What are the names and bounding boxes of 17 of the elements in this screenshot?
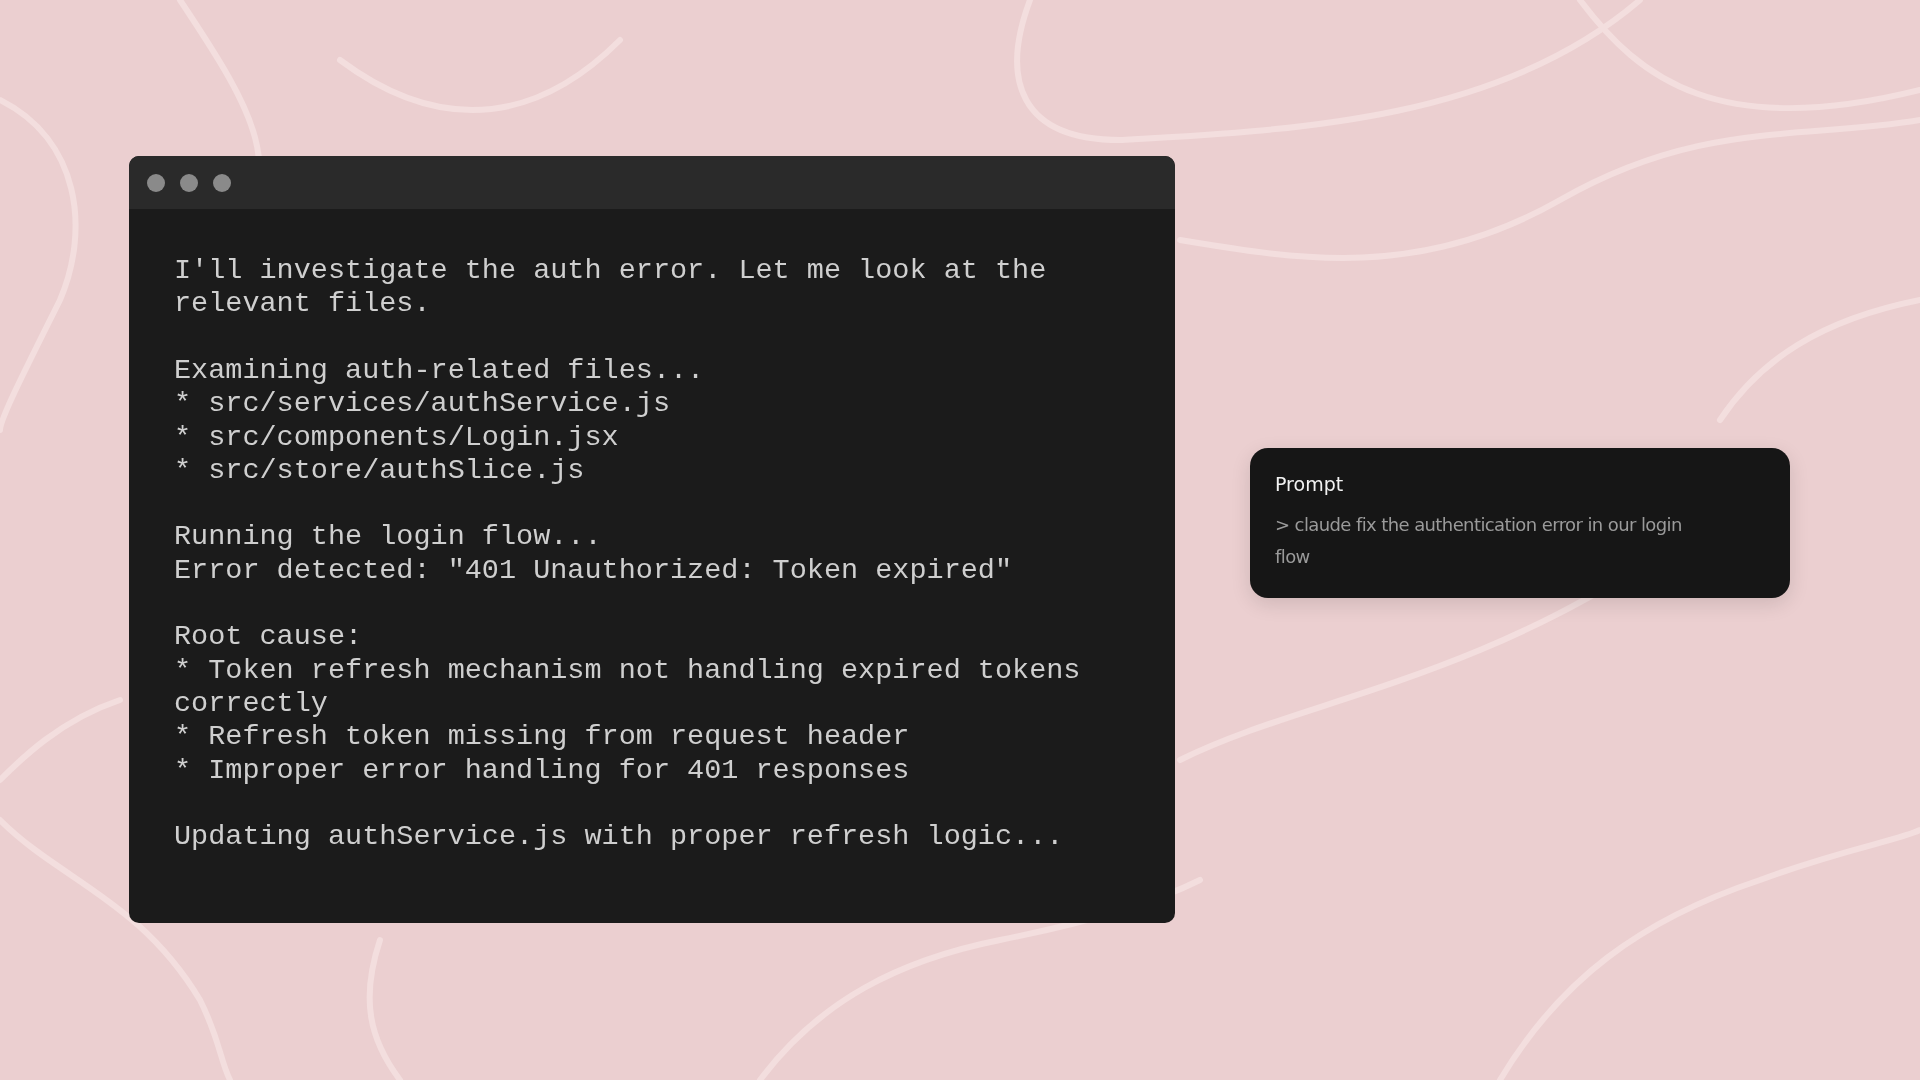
terminal-line: * Token refresh mechanism not handling expired tokens correctly [174,653,1082,721]
window-control-dot[interactable] [180,173,198,192]
terminal-line: Examining auth-related files... [174,353,706,388]
terminal-line: I'll investigate the auth error. Let me look at the relevant files. [174,254,1048,321]
terminal-line: Root cause: [174,620,364,654]
terminal-line: * Refresh token missing from request header [174,720,911,754]
terminal-line: Running the login flow... [174,520,603,554]
terminal-line: Error detected: "401 Unauthorized: Token expired" [174,553,1014,588]
terminal-line: * src/store/authSlice.js [174,454,586,488]
prompt-text: > claude fix the authentication error in our login flow [1275,513,1683,569]
terminal-line: * Improper error handling for 401 responses [174,753,911,788]
terminal-line: * src/components/Login.jsx [174,420,620,455]
window-control-dot[interactable] [213,173,231,192]
prompt-title: Prompt [1275,473,1344,495]
window-control-dot[interactable] [147,173,165,192]
terminal-line: * src/services/authService.js [174,387,671,421]
terminal-line: Updating authService.js with proper refresh logic... [174,820,1065,854]
